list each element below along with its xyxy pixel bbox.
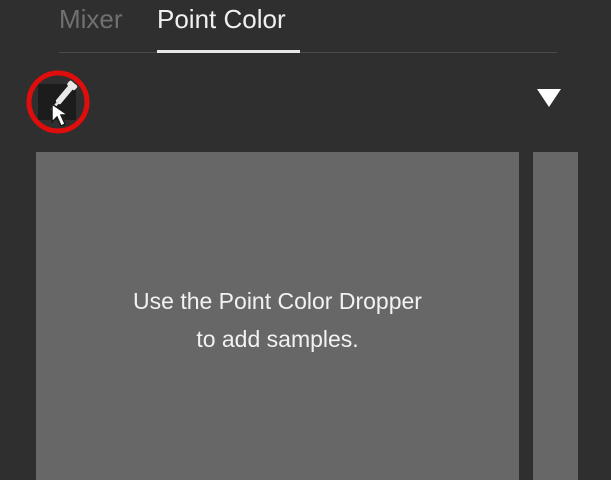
empty-state-line-1: Use the Point Color Dropper [133,288,422,314]
tabs-divider [59,52,557,53]
triangle-down-icon [537,89,561,107]
samples-scrollbar[interactable] [533,152,578,480]
active-tab-indicator [157,50,300,53]
point-color-dropper-button[interactable] [22,70,94,135]
empty-state-line-2: to add samples. [196,326,359,352]
point-color-panel: Mixer Point Color Use the Point Color Dr… [0,0,611,480]
samples-list-area: Use the Point Color Dropper to add sampl… [36,152,519,480]
tab-point-color[interactable]: Point Color [157,2,286,36]
tab-mixer[interactable]: Mixer [59,2,123,36]
panel-menu-button[interactable] [534,86,564,110]
eyedropper-icon [26,70,90,134]
